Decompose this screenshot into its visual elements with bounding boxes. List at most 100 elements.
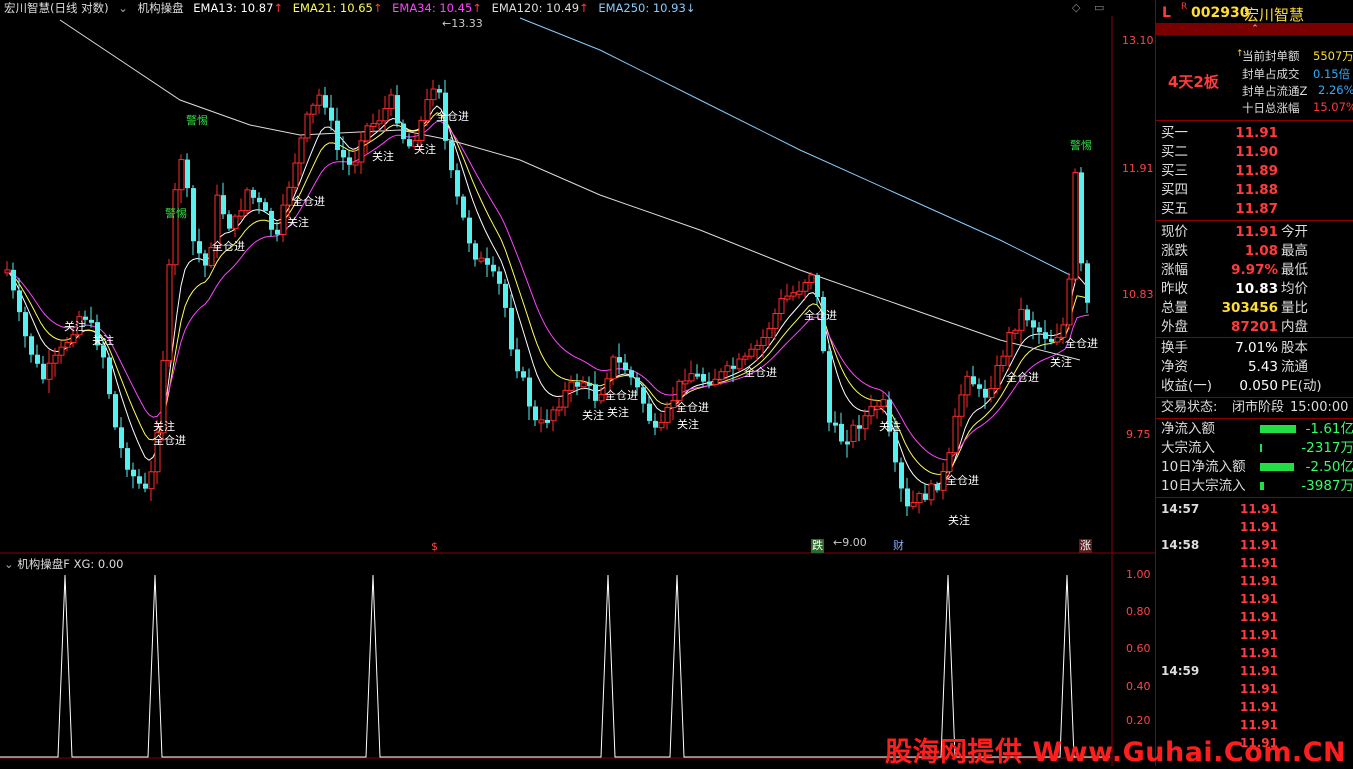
candle <box>905 488 910 507</box>
sub-axis-label: 0.20 <box>1126 714 1151 727</box>
signal-label-watch: 关注 <box>414 143 436 156</box>
tick-price: 11.91 <box>1240 520 1278 534</box>
flow-bar <box>1260 463 1294 471</box>
signal-label-watch: 关注 <box>153 420 175 433</box>
stat-value: 0.050 <box>1239 378 1278 394</box>
candle <box>971 376 976 385</box>
bid-row: 买一 11.91 <box>1156 124 1353 143</box>
signal-label-buy: 全仓进 <box>436 110 469 123</box>
quote-row: 总量 303456 量比 <box>1156 299 1353 318</box>
sub-axis-label: 0.40 <box>1126 680 1151 693</box>
board-tag: 4天2板 <box>1168 73 1219 91</box>
candle <box>1079 172 1084 264</box>
candle <box>382 108 389 122</box>
candle <box>1031 320 1036 328</box>
candle <box>533 406 538 421</box>
bid-price: 11.90 <box>1235 144 1278 160</box>
candle <box>808 274 815 284</box>
chart-header: 宏川智慧(日线 对数) ⌄ 机构操盘 EMA13: 10.87↑ EMA21: … <box>0 0 701 16</box>
candle <box>893 431 898 463</box>
quote-row: 昨收 10.83 均价 <box>1156 280 1353 299</box>
tick-price: 11.91 <box>1240 538 1278 552</box>
price-axis-label: 11.91 <box>1122 162 1154 175</box>
candle <box>1054 336 1061 343</box>
candle <box>298 137 305 164</box>
flow-bar <box>1260 482 1264 490</box>
xg-value: XG: 0.00 <box>73 557 124 571</box>
signal-label-watch: 关注 <box>879 420 901 433</box>
indicator-name[interactable]: 机构操盘 <box>138 1 184 15</box>
stock-name: 宏川智慧 <box>1244 6 1305 24</box>
candle <box>275 229 280 235</box>
flow-label: 净流入额 <box>1161 421 1215 437</box>
candle <box>545 419 550 423</box>
candle <box>1018 308 1025 331</box>
kline-chart[interactable] <box>0 0 1155 766</box>
candle <box>70 334 77 343</box>
flag-zhang[interactable]: 涨 <box>1079 539 1092 553</box>
signal-label-buy: 全仓进 <box>292 195 325 208</box>
stat-label: 净资 <box>1161 359 1188 375</box>
candle <box>550 409 557 422</box>
quote-value: 303456 <box>1221 300 1278 316</box>
bid-label: 买一 <box>1161 125 1188 141</box>
expand-button[interactable]: ⌃ <box>1156 23 1353 35</box>
quote-label-2: 内盘 <box>1281 319 1308 335</box>
candle <box>263 202 268 211</box>
bid-row: 买二 11.90 <box>1156 143 1353 162</box>
candle <box>1049 338 1054 342</box>
up-arrow-icon: ↑ <box>472 1 482 15</box>
flag-die[interactable]: 跌 <box>811 539 824 553</box>
bid-row: 买五 11.87 <box>1156 200 1353 219</box>
candle <box>449 140 454 171</box>
diamond-icon[interactable]: ◇ <box>1072 1 1080 14</box>
stat-label: 换手 <box>1161 340 1188 356</box>
candle <box>1066 278 1073 326</box>
candle <box>1025 309 1030 321</box>
dropdown-icon[interactable]: ⌄ <box>4 557 14 571</box>
bid-price: 11.88 <box>1235 182 1278 198</box>
tick-price: 11.91 <box>1240 574 1278 588</box>
flag-s[interactable]: $ <box>430 540 439 554</box>
tick-row: 11.91 <box>1156 626 1353 644</box>
candle <box>58 346 65 356</box>
quote-label: 总量 <box>1161 300 1188 316</box>
candle <box>682 380 689 385</box>
candle <box>688 373 695 382</box>
ema250-value: EMA250: 10.93 <box>598 1 686 15</box>
candle <box>568 381 575 391</box>
candle <box>868 405 875 417</box>
quote-row: 涨幅 9.97% 最低 <box>1156 261 1353 280</box>
candle <box>143 483 148 489</box>
quote-value: 9.97% <box>1231 262 1278 278</box>
candle <box>478 257 485 262</box>
sub-indicator-name[interactable]: 机构操盘F <box>17 557 70 571</box>
candle <box>166 264 173 362</box>
candle <box>35 354 40 364</box>
seal-vol-label: 封单占成交 <box>1242 67 1300 81</box>
candle <box>467 217 472 244</box>
candle <box>125 448 130 470</box>
tick-price: 11.91 <box>1240 628 1278 642</box>
dropdown-icon[interactable]: ⌄ <box>118 1 128 15</box>
candle <box>148 471 155 490</box>
bid-row: 买三 11.89 <box>1156 162 1353 181</box>
signal-label-watch: 关注 <box>677 418 699 431</box>
candle <box>1037 327 1042 333</box>
candle <box>874 405 881 410</box>
stat-value: 5.43 <box>1247 359 1278 375</box>
flag-cai[interactable]: 财 <box>892 539 905 553</box>
candle <box>335 120 340 150</box>
tick-row: 11.91 <box>1156 518 1353 536</box>
candle <box>958 394 965 417</box>
tick-row: 11.91 <box>1156 554 1353 572</box>
trade-time: 15:00:00 <box>1290 400 1349 415</box>
quote-label-2: 最高 <box>1281 243 1308 259</box>
candle <box>857 425 862 429</box>
signal-label-watch: 关注 <box>64 320 86 333</box>
tick-price: 11.91 <box>1240 700 1278 714</box>
candle <box>23 312 28 337</box>
collapse-icon[interactable]: ▭ <box>1094 1 1104 14</box>
trade-status-label: 交易状态: <box>1161 400 1218 415</box>
candle <box>119 427 124 449</box>
